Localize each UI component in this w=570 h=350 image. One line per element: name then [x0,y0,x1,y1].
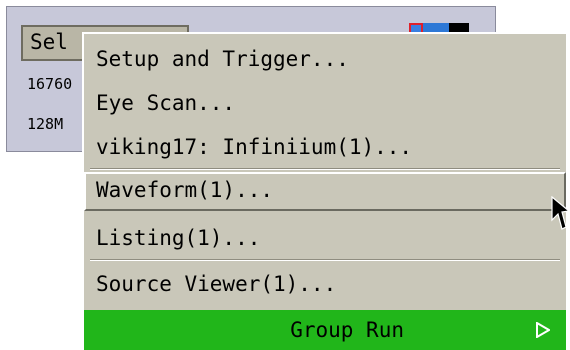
select-button-label: Sel [30,30,68,54]
popup-menu: Setup and Trigger... Eye Scan... viking1… [82,32,566,350]
menu-item-waveform[interactable]: Waveform(1)... [84,172,566,211]
menu-separator [90,259,560,261]
menu-item-setup-and-trigger[interactable]: Setup and Trigger... [84,40,566,79]
menu-item-infiniium[interactable]: viking17: Infiniium(1)... [84,128,566,167]
submenu-arrow-icon [536,322,550,338]
menu-item-eye-scan[interactable]: Eye Scan... [84,84,566,123]
row-label: 16760 [27,75,73,93]
row-label: 128M [27,115,64,133]
group-run-item[interactable]: Group Run [84,310,566,350]
mouse-pointer-icon [551,196,570,230]
menu-separator [90,168,560,170]
menu-item-source-viewer[interactable]: Source Viewer(1)... [84,265,566,304]
menu-item-listing[interactable]: Listing(1)... [84,219,566,258]
group-run-label: Group Run [290,318,404,342]
